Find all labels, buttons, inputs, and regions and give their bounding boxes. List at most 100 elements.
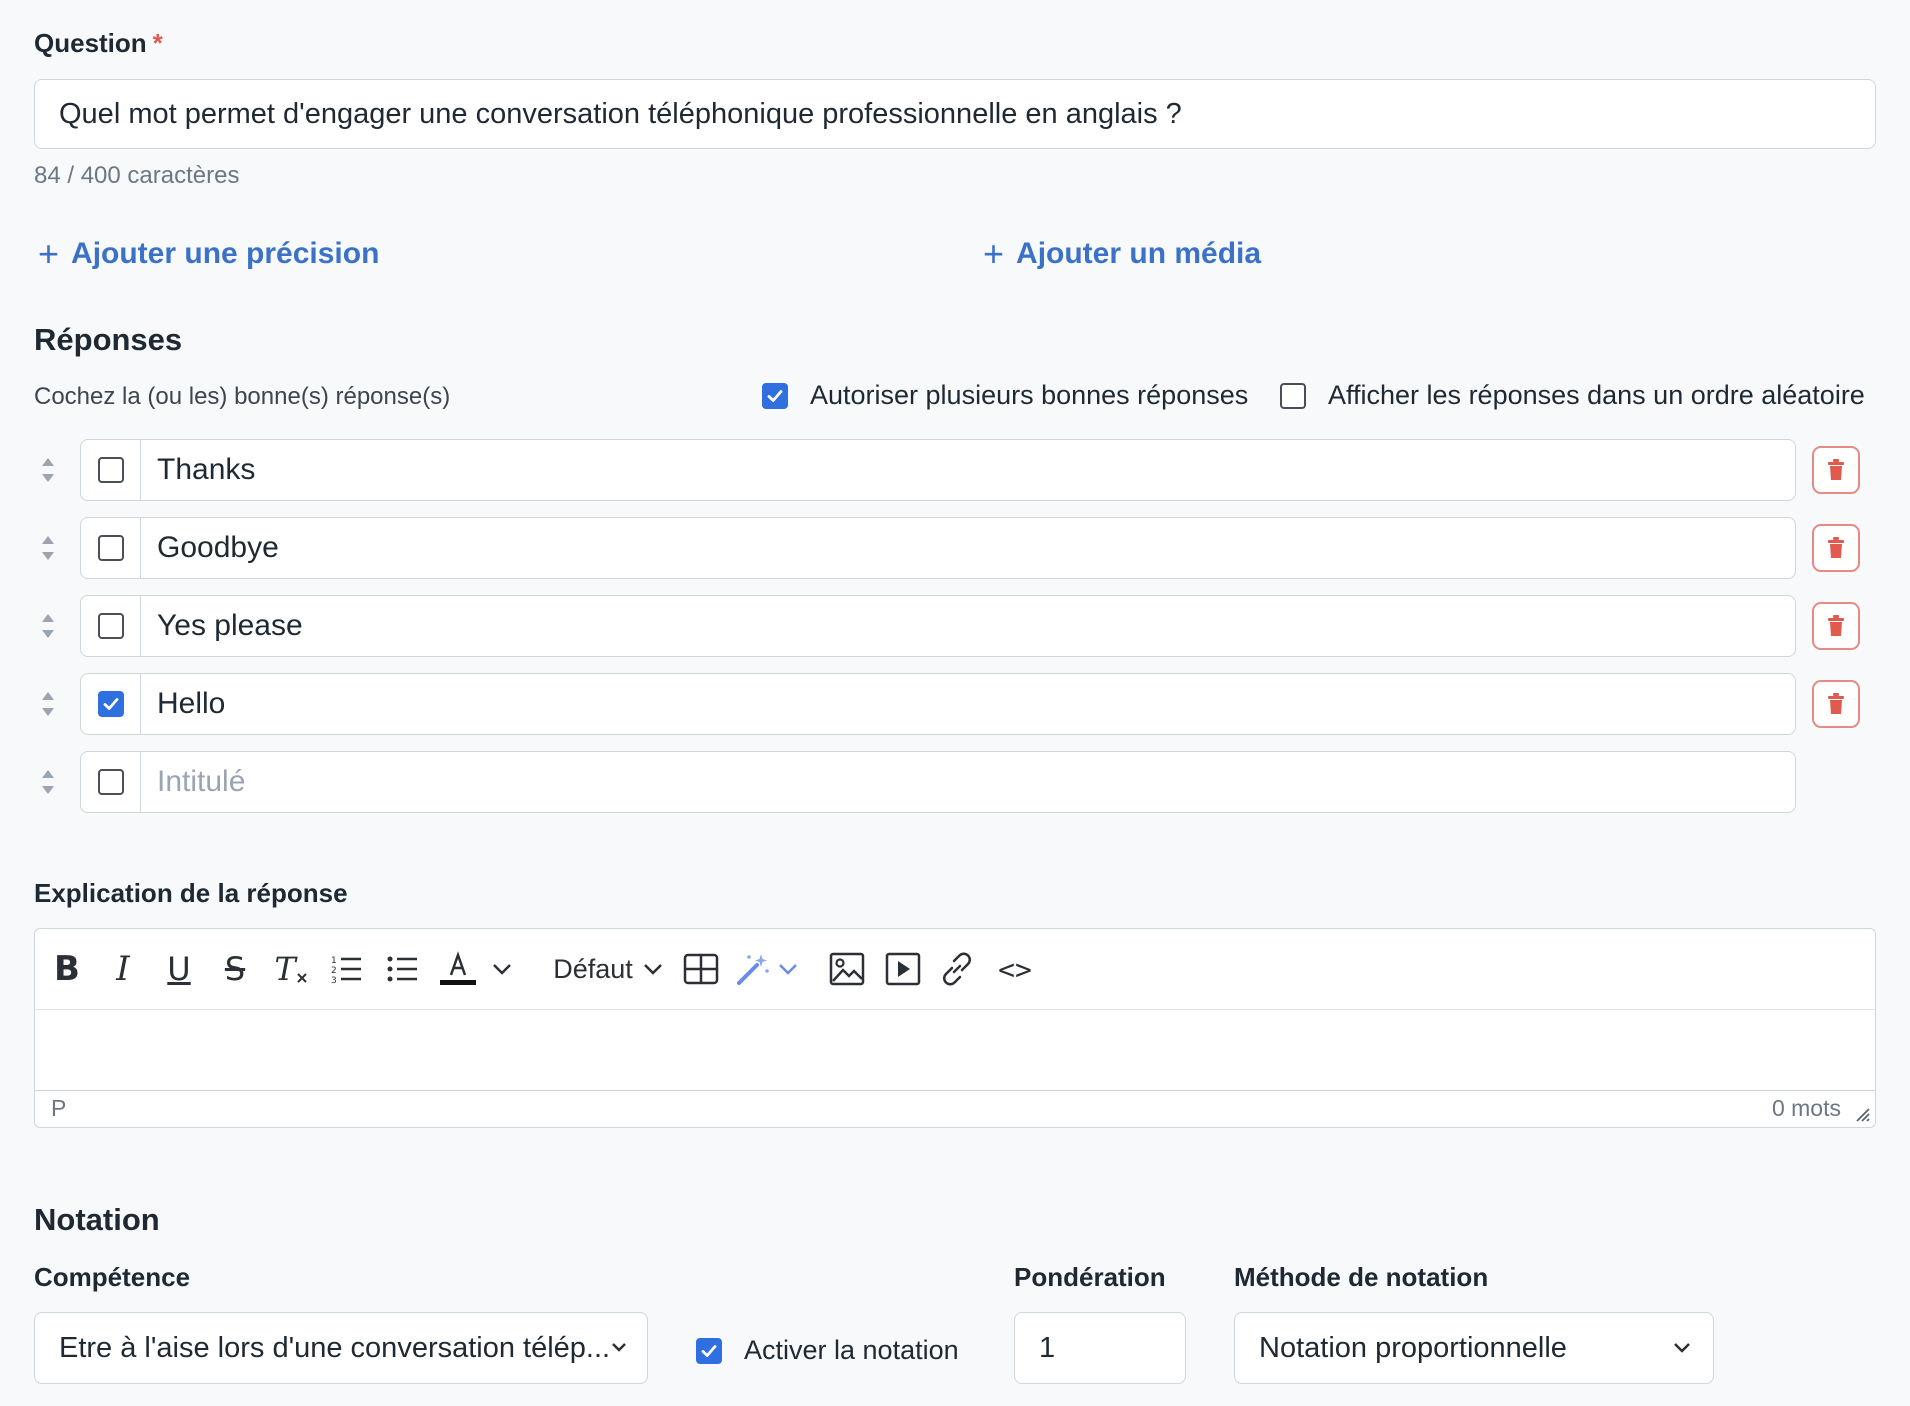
insert-video-button[interactable] xyxy=(881,949,925,989)
answer-checkbox[interactable] xyxy=(98,613,124,639)
chevron-down-icon xyxy=(612,1343,626,1352)
rich-text-editor: B I U S T 1 2 3 Défaut <> P 0 mots xyxy=(34,928,1876,1128)
answer-checkbox-cell xyxy=(80,673,142,735)
ordered-list-icon: 1 2 3 xyxy=(331,956,361,984)
magic-wand-icon xyxy=(737,954,769,985)
activate-notation-label: Activer la notation xyxy=(744,1335,959,1365)
italic-icon: I xyxy=(116,949,130,989)
new-answer-row: Intitulé xyxy=(0,751,1910,813)
chevron-down-icon xyxy=(493,964,511,975)
add-precision-label: Ajouter une précision xyxy=(71,237,380,270)
insert-link-button[interactable] xyxy=(935,949,979,989)
word-count: 0 mots xyxy=(1771,1095,1841,1121)
random-order-checkbox[interactable] xyxy=(1280,382,1306,409)
add-precision-button[interactable]: + Ajouter une précision xyxy=(38,236,379,272)
editor-content-area[interactable] xyxy=(35,1011,1875,1091)
answer-text: Goodbye xyxy=(157,531,279,564)
answers-title: Réponses xyxy=(34,322,183,357)
new-answer-input[interactable]: Intitulé xyxy=(140,751,1796,813)
trash-icon xyxy=(1828,615,1844,636)
drag-handle-icon[interactable] xyxy=(38,611,58,641)
trash-icon xyxy=(1828,459,1844,480)
chevron-down-icon xyxy=(1674,1343,1690,1353)
clear-x-icon xyxy=(296,973,307,983)
drag-handle-icon[interactable] xyxy=(38,689,58,719)
answer-checkbox-cell xyxy=(80,517,142,579)
magic-wand-dropdown[interactable] xyxy=(775,949,801,989)
answers-hint: Cochez la (ou les) bonne(s) réponse(s) xyxy=(34,383,451,410)
underline-button[interactable]: U xyxy=(159,949,199,989)
bullet-list-icon xyxy=(387,956,417,982)
svg-text:1: 1 xyxy=(331,956,337,966)
table-icon xyxy=(683,953,719,985)
clear-format-button[interactable]: T xyxy=(271,949,311,989)
answer-checkbox[interactable] xyxy=(98,769,124,795)
answer-row: Thanks xyxy=(0,439,1910,501)
char-counter: 84 / 400 caractères xyxy=(34,162,240,189)
question-input-value: Quel mot permet d'engager une conversati… xyxy=(59,97,1182,130)
code-icon: <> xyxy=(998,952,1032,986)
text-color-icon xyxy=(440,951,476,985)
weight-input[interactable]: 1 xyxy=(1014,1312,1186,1384)
bold-button[interactable]: B xyxy=(47,949,87,989)
editor-toolbar: B I U S T 1 2 3 Défaut <> xyxy=(35,929,1875,1010)
text-color-dropdown[interactable] xyxy=(487,949,517,989)
add-media-button[interactable]: + Ajouter un média xyxy=(983,236,1261,272)
answer-input[interactable]: Thanks xyxy=(140,439,1796,501)
delete-answer-button[interactable] xyxy=(1812,680,1860,728)
insert-image-button[interactable] xyxy=(825,949,869,989)
trash-icon xyxy=(1828,693,1844,714)
activate-notation-checkbox[interactable] xyxy=(696,1337,722,1364)
drag-handle-icon[interactable] xyxy=(38,533,58,563)
svg-text:2: 2 xyxy=(331,966,337,976)
allow-multiple-option[interactable]: Autoriser plusieurs bonnes réponses xyxy=(762,380,1248,411)
font-family-select[interactable]: Défaut xyxy=(543,949,673,989)
image-icon xyxy=(829,952,865,986)
answer-checkbox[interactable] xyxy=(98,691,124,717)
weight-label: Pondération xyxy=(1014,1262,1166,1292)
random-order-option[interactable]: Afficher les réponses dans un ordre aléa… xyxy=(1280,380,1865,411)
competence-label: Compétence xyxy=(34,1262,191,1292)
method-select[interactable]: Notation proportionnelle xyxy=(1234,1312,1714,1384)
strikethrough-button[interactable]: S xyxy=(215,949,255,989)
answer-checkbox-cell xyxy=(80,751,142,813)
answer-input[interactable]: Goodbye xyxy=(140,517,1796,579)
delete-answer-button[interactable] xyxy=(1812,524,1860,572)
answer-checkbox[interactable] xyxy=(98,535,124,561)
competence-select[interactable]: Etre à l'aise lors d'une conversation té… xyxy=(34,1312,648,1384)
allow-multiple-checkbox[interactable] xyxy=(762,382,788,409)
answer-text: Yes please xyxy=(157,609,303,642)
delete-answer-button[interactable] xyxy=(1812,602,1860,650)
text-color-button[interactable] xyxy=(435,949,481,989)
magic-wand-button[interactable] xyxy=(731,949,775,989)
answer-input[interactable]: Hello xyxy=(140,673,1796,735)
question-label: Question * xyxy=(34,28,163,59)
source-code-button[interactable]: <> xyxy=(991,949,1039,989)
chevron-down-icon xyxy=(779,964,797,975)
random-order-label: Afficher les réponses dans un ordre aléa… xyxy=(1328,380,1865,410)
underline-icon: U xyxy=(167,950,191,988)
svg-text:3: 3 xyxy=(331,976,337,984)
table-button[interactable] xyxy=(679,949,723,989)
ordered-list-button[interactable]: 1 2 3 xyxy=(327,949,367,989)
element-path: P xyxy=(51,1095,67,1121)
italic-button[interactable]: I xyxy=(103,949,143,989)
plus-icon: + xyxy=(983,233,1005,274)
resize-handle-icon[interactable] xyxy=(1853,1105,1871,1123)
answer-input[interactable]: Yes please xyxy=(140,595,1796,657)
bullet-list-button[interactable] xyxy=(383,949,423,989)
answer-row: Hello xyxy=(0,673,1910,735)
video-icon xyxy=(885,952,921,986)
plus-icon: + xyxy=(38,233,60,274)
delete-answer-button[interactable] xyxy=(1812,446,1860,494)
competence-value: Etre à l'aise lors d'une conversation té… xyxy=(59,1331,611,1364)
answer-text: Hello xyxy=(157,687,226,720)
method-value: Notation proportionnelle xyxy=(1259,1331,1567,1364)
allow-multiple-label: Autoriser plusieurs bonnes réponses xyxy=(810,380,1249,410)
drag-handle-icon[interactable] xyxy=(38,767,58,797)
answer-checkbox[interactable] xyxy=(98,457,124,483)
answer-row: Yes please xyxy=(0,595,1910,657)
drag-handle-icon[interactable] xyxy=(38,455,58,485)
activate-notation-option[interactable]: Activer la notation xyxy=(696,1335,959,1366)
question-input[interactable]: Quel mot permet d'engager une conversati… xyxy=(34,79,1876,149)
